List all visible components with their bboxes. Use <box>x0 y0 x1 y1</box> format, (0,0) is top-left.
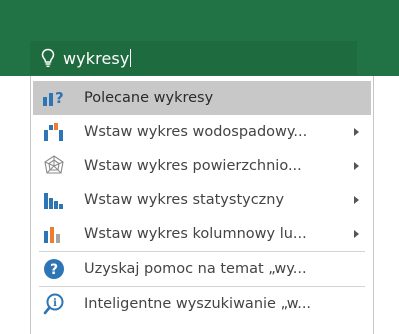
menu-item-label: Wstaw wykres wodospadowy... <box>84 124 308 140</box>
menu-item-label: Wstaw wykres kolumnowy lu... <box>84 226 307 242</box>
menu-item-label: Inteligentne wyszukiwanie „w... <box>84 296 312 312</box>
menu-item-label: Wstaw wykres statystyczny <box>84 192 285 208</box>
menu-item-recommended-charts[interactable]: ? Polecane wykresy <box>33 81 371 115</box>
menu-item-column-chart[interactable]: Wstaw wykres kolumnowy lu... <box>31 217 373 251</box>
submenu-arrow-icon <box>354 230 359 238</box>
column-bar-chart-icon <box>41 222 67 246</box>
submenu-arrow-icon <box>354 162 359 170</box>
waterfall-chart-icon <box>41 120 67 144</box>
menu-item-smart-lookup[interactable]: i Inteligentne wyszukiwanie „w... <box>31 287 373 321</box>
smart-lookup-icon: i <box>41 292 67 316</box>
menu-item-label: Polecane wykresy <box>84 90 214 106</box>
search-results-dropdown: ? Polecane wykresy Wstaw wykres wodospad… <box>30 76 374 334</box>
recommended-charts-icon: ? <box>41 86 67 110</box>
help-icon: ? <box>41 257 67 281</box>
search-query-text[interactable]: wykresy <box>63 49 129 68</box>
surface-radar-chart-icon <box>41 154 67 178</box>
svg-text:?: ? <box>55 89 64 107</box>
menu-item-statistic-chart[interactable]: Wstaw wykres statystyczny <box>31 183 373 217</box>
submenu-arrow-icon <box>354 128 359 136</box>
svg-text:i: i <box>53 298 57 309</box>
menu-item-label: Uzyskaj pomoc na temat „wy... <box>84 261 307 277</box>
statistic-chart-icon <box>41 188 67 212</box>
svg-text:?: ? <box>50 262 58 278</box>
menu-item-surface-chart[interactable]: Wstaw wykres powierzchnio... <box>31 149 373 183</box>
menu-item-get-help[interactable]: ? Uzyskaj pomoc na temat „wy... <box>31 252 373 286</box>
tell-me-search-box[interactable]: wykresy <box>30 41 357 75</box>
text-caret <box>130 49 132 67</box>
submenu-arrow-icon <box>354 196 359 204</box>
lightbulb-icon <box>38 47 58 69</box>
menu-item-label: Wstaw wykres powierzchnio... <box>84 158 302 174</box>
menu-item-waterfall-chart[interactable]: Wstaw wykres wodospadowy... <box>31 115 373 149</box>
